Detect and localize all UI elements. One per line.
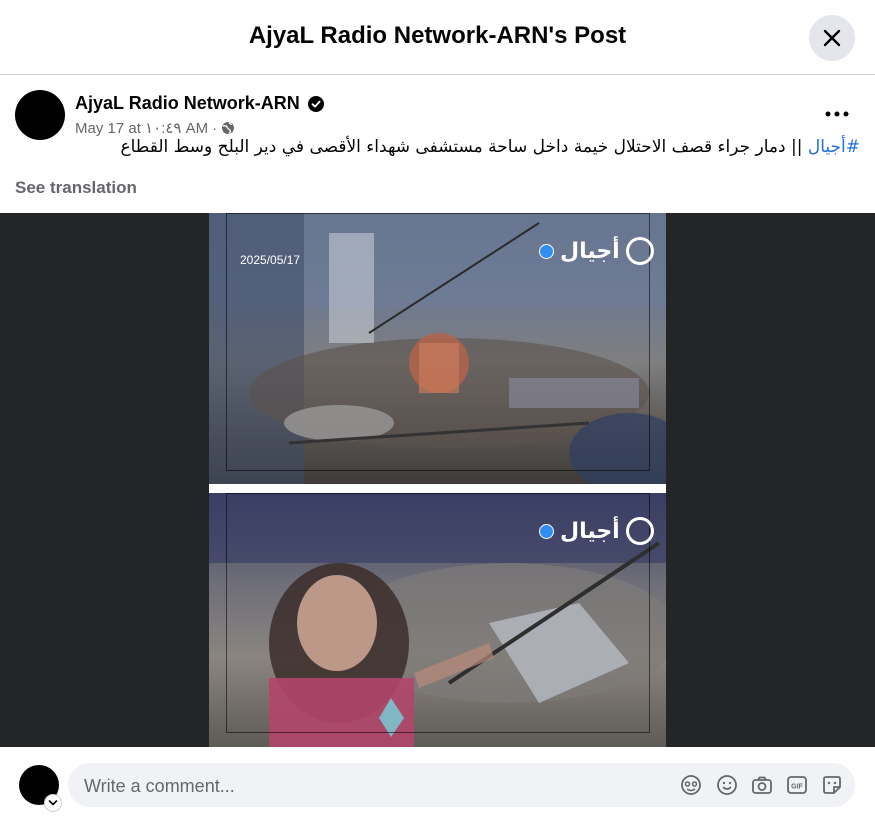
author-avatar[interactable] <box>15 90 65 140</box>
gif-icon[interactable]: GIF <box>786 774 808 796</box>
camera-icon[interactable] <box>751 774 773 796</box>
comment-input-box[interactable]: GIF <box>68 763 855 809</box>
photo-1-logo: أجيال <box>539 237 654 265</box>
close-button[interactable] <box>809 15 855 61</box>
verified-badge-icon <box>307 95 324 112</box>
comment-input[interactable] <box>82 763 646 809</box>
photo-separator <box>209 484 666 493</box>
globe-icon[interactable] <box>221 121 235 135</box>
avatar-sticker-icon[interactable] <box>680 774 702 796</box>
post-dialog-header: AjyaL Radio Network-ARN's Post <box>0 0 875 75</box>
close-icon <box>823 29 841 47</box>
post-media: أجيال 2025/05/17 أجيال <box>0 213 875 747</box>
post-photo-2[interactable]: أجيال <box>209 493 666 747</box>
post-text: #أجيال || دمار جراء قصف الاحتلال خيمة دا… <box>15 137 860 157</box>
logo-verified-icon <box>539 523 554 539</box>
chevron-down-icon <box>48 800 58 806</box>
ajyal-logo-icon <box>625 517 654 545</box>
svg-text:GIF: GIF <box>791 784 803 791</box>
sticker-icon[interactable] <box>821 774 843 796</box>
emoji-icon[interactable] <box>716 774 738 796</box>
photo-2-logo-text: أجيال <box>560 518 620 544</box>
meta-separator: · <box>212 119 218 137</box>
photo-1-logo-text: أجيال <box>560 238 620 264</box>
post-meta: May 17 at ١٠:٤٩ AM · <box>75 119 235 137</box>
author-row: AjyaL Radio Network-ARN <box>75 93 324 114</box>
author-name[interactable]: AjyaL Radio Network-ARN <box>75 93 300 114</box>
ajyal-logo-icon <box>625 237 654 265</box>
logo-verified-icon <box>539 243 554 259</box>
photo-1-date: 2025/05/17 <box>240 253 301 267</box>
profile-switch-button[interactable] <box>44 794 62 812</box>
comment-bar: GIF <box>0 747 875 832</box>
hashtag-link[interactable]: #أجيال <box>808 137 860 157</box>
more-options-button[interactable] <box>820 100 854 128</box>
see-translation-link[interactable]: See translation <box>15 178 137 198</box>
post-body: || دمار جراء قصف الاحتلال خيمة داخل ساحة… <box>120 137 808 157</box>
dialog-title: AjyaL Radio Network-ARN's Post <box>248 22 627 49</box>
more-options-icon <box>825 111 849 117</box>
post-timestamp[interactable]: May 17 at ١٠:٤٩ AM <box>75 119 208 137</box>
post-photo-1[interactable]: أجيال 2025/05/17 <box>209 213 666 484</box>
photo-2-logo: أجيال <box>539 517 654 545</box>
